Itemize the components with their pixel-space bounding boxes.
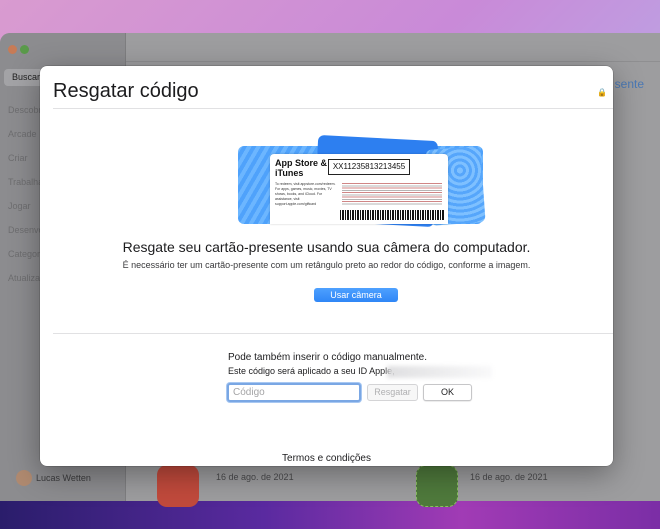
gift-card-fine-text: To redeem, visit appstore.com/redeem. Fo…	[275, 182, 336, 206]
app-icon[interactable]	[157, 465, 199, 507]
terms-link[interactable]: Termos e condições	[40, 453, 613, 464]
blurred-apple-id	[387, 366, 492, 378]
use-camera-button[interactable]: Usar câmera	[314, 288, 398, 302]
camera-headline: Resgate seu cartão-presente usando sua c…	[122, 239, 531, 255]
zoom-window-icon[interactable]	[20, 45, 29, 54]
gift-card-code-box: XX11235813213455	[328, 159, 410, 175]
divider	[53, 333, 613, 334]
gift-card-terms-block	[342, 183, 442, 205]
manual-entry-subtitle: Este código será aplicado a seu ID Apple…	[228, 366, 395, 376]
main-link[interactable]: sente	[615, 77, 644, 91]
gift-card-brand: App Store & iTunes	[275, 158, 328, 178]
toolbar-divider	[126, 61, 660, 62]
lock-icon: 🔒	[597, 88, 607, 97]
user-name: Lucas Wetten	[36, 473, 91, 483]
app-icon[interactable]	[416, 465, 458, 507]
sidebar-item-jogar[interactable]: Jogar	[8, 201, 31, 211]
ok-button[interactable]: OK	[423, 384, 472, 401]
camera-instruction: É necessário ter um cartão-presente com …	[122, 260, 531, 270]
dialog-title: Resgatar código	[53, 80, 199, 102]
avatar	[16, 470, 32, 486]
sidebar-item-arcade[interactable]: Arcade	[8, 129, 37, 139]
barcode-icon	[340, 210, 444, 220]
app-date: 16 de ago. de 2021	[216, 472, 294, 482]
app-date: 16 de ago. de 2021	[470, 472, 548, 482]
close-window-icon[interactable]	[8, 45, 17, 54]
gift-card-front: App Store & iTunes XX11235813213455 To r…	[270, 154, 448, 224]
sidebar-user[interactable]: Lucas Wetten	[0, 467, 126, 489]
sidebar-item-criar[interactable]: Criar	[8, 153, 28, 163]
manual-entry-title: Pode também inserir o código manualmente…	[228, 352, 427, 363]
divider	[53, 108, 613, 109]
gift-card-illustration: App Store & iTunes XX11235813213455 To r…	[238, 134, 486, 228]
code-input[interactable]	[227, 383, 361, 402]
redeem-code-dialog: Resgatar código 🔒 App Store & iTunes XX1…	[40, 66, 613, 466]
redeem-button[interactable]: Resgatar	[367, 384, 418, 401]
